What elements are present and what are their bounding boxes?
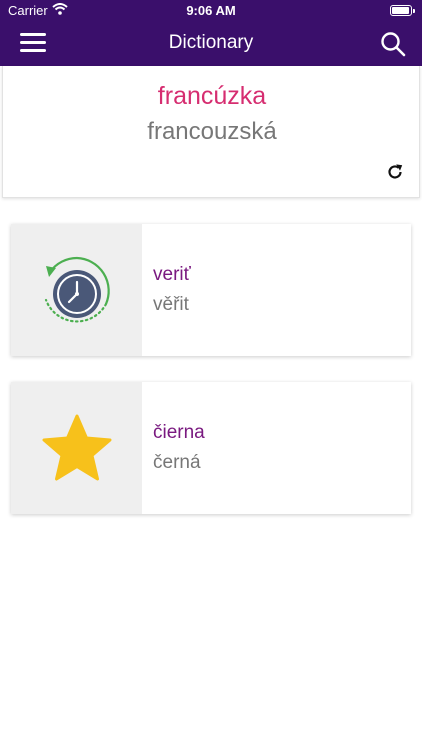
history-icon-box: [11, 224, 142, 356]
nav-bar: Dictionary: [0, 22, 422, 66]
favorite-icon-box: [11, 382, 142, 514]
history-card[interactable]: veriť věřit: [11, 224, 411, 356]
history-translation: věřit: [153, 294, 189, 315]
word-of-day-card[interactable]: francúzka francouzská: [2, 66, 420, 198]
status-bar: Carrier 9:06 AM: [0, 0, 422, 22]
search-icon[interactable]: [380, 31, 406, 57]
clock-history-icon: [44, 256, 110, 323]
battery-icon: [390, 5, 415, 16]
favorite-word: čierna: [153, 422, 205, 443]
translated-word: francouzská: [147, 118, 277, 145]
favorite-card[interactable]: čierna černá: [11, 382, 411, 514]
refresh-icon[interactable]: [385, 162, 405, 182]
page-title: Dictionary: [168, 32, 254, 53]
favorite-translation: černá: [153, 452, 201, 473]
history-word: veriť: [153, 264, 191, 285]
status-time: 9:06 AM: [186, 3, 236, 18]
star-icon: [42, 414, 112, 481]
source-word: francúzka: [157, 82, 267, 110]
